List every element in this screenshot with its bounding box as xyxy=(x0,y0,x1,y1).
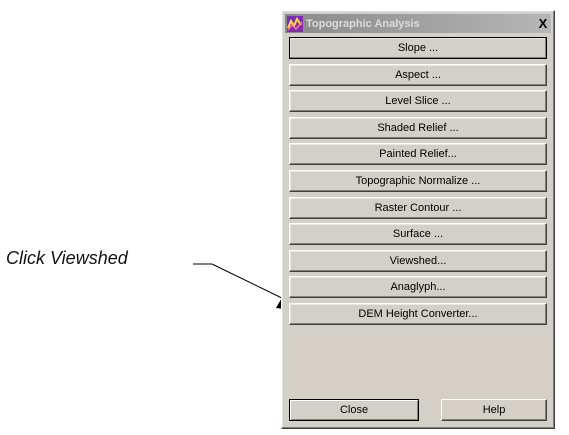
shaded-relief-button[interactable]: Shaded Relief ... xyxy=(289,116,547,139)
dialog-footer: Close Help xyxy=(289,399,547,421)
window-title: Topographic Analysis xyxy=(306,17,420,30)
painted-relief-button[interactable]: Painted Relief... xyxy=(289,143,547,166)
title-bar[interactable]: Topographic Analysis X xyxy=(285,14,551,33)
topographic-analysis-window: Topographic Analysis X Slope ... Aspect … xyxy=(281,10,555,429)
screenshot-canvas: Click Viewshed Topographic Analysis X Sl… xyxy=(0,0,569,435)
viewshed-button[interactable]: Viewshed... xyxy=(289,249,547,272)
topographic-normalize-button[interactable]: Topographic Normalize ... xyxy=(289,169,547,192)
topographic-app-icon xyxy=(287,15,303,32)
close-button[interactable]: Close xyxy=(289,399,419,421)
surface-button[interactable]: Surface ... xyxy=(289,223,547,246)
help-button[interactable]: Help xyxy=(441,399,547,421)
callout-label: Click Viewshed xyxy=(6,248,128,268)
slope-button[interactable]: Slope ... xyxy=(289,37,547,59)
tool-button-list: Slope ... Aspect ... Level Slice ... Sha… xyxy=(289,37,547,330)
dem-height-converter-button[interactable]: DEM Height Converter... xyxy=(289,302,547,325)
aspect-button[interactable]: Aspect ... xyxy=(289,63,547,86)
close-icon[interactable]: X xyxy=(536,16,550,31)
raster-contour-button[interactable]: Raster Contour ... xyxy=(289,196,547,219)
anaglyph-button[interactable]: Anaglyph... xyxy=(289,276,547,299)
level-slice-button[interactable]: Level Slice ... xyxy=(289,90,547,113)
